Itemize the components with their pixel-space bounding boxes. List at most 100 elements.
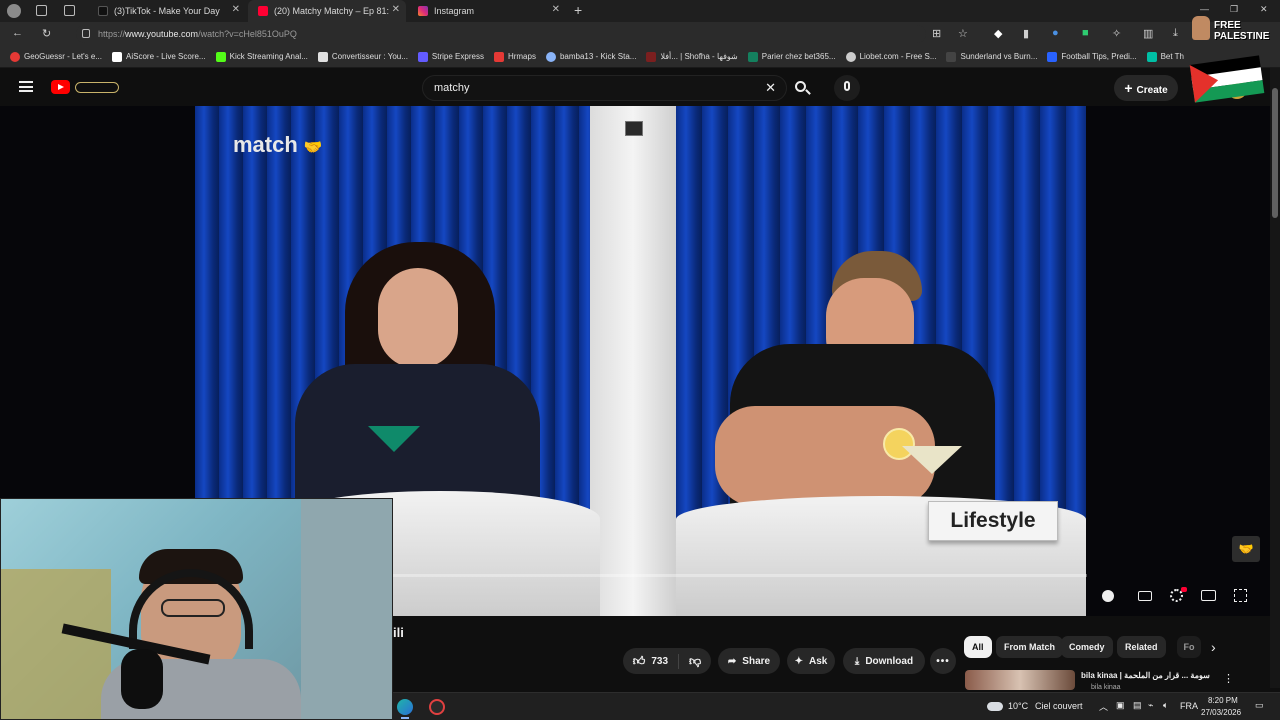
video-progress-bar[interactable] — [393, 574, 1087, 577]
extension-icon[interactable]: ▮ — [1023, 27, 1029, 40]
extension-diamond-icon[interactable]: ◆ — [994, 27, 1002, 40]
menu-icon[interactable] — [19, 81, 33, 92]
tray-app-icon[interactable]: ▣ — [1116, 700, 1125, 711]
bookmark-item[interactable]: Hrmaps — [493, 51, 536, 62]
show-logo-text: match — [233, 132, 298, 157]
url-path: /watch?v=cHel851OuPQ — [198, 29, 297, 39]
fullscreen-icon[interactable] — [1234, 589, 1247, 602]
voice-search-button[interactable] — [834, 75, 860, 101]
chip-more[interactable]: Fo — [1177, 636, 1201, 658]
weather-text[interactable]: Ciel couvert — [1035, 701, 1083, 711]
microphone-icon — [844, 81, 850, 91]
palestine-flag-icon — [1189, 55, 1265, 103]
thumbs-down-icon: 👎︎ — [689, 653, 702, 668]
bookmark-item[interactable]: Football Tips, Predi... — [1047, 51, 1137, 62]
search-value: matchy — [434, 82, 470, 94]
back-icon[interactable]: ← — [12, 27, 23, 39]
channel-watermark-icon[interactable]: 🤝 — [1232, 536, 1260, 562]
split-screen-icon[interactable]: ▥ — [1143, 27, 1153, 40]
bookmark-item[interactable]: GeoGuessr - Let's e... — [10, 51, 102, 62]
profile-avatar[interactable] — [7, 4, 21, 18]
bookmark-item[interactable]: Liobet.com - Free S... — [845, 51, 936, 62]
more-actions-button[interactable]: ••• — [930, 648, 956, 674]
show-logo: match 🤝 — [233, 132, 323, 158]
clear-search-icon[interactable]: ✕ — [765, 76, 776, 100]
volume-icon[interactable]: 🔈︎ — [1163, 700, 1168, 711]
page-scrollbar[interactable] — [1270, 68, 1280, 688]
tab-title: Instagram — [434, 6, 475, 16]
sticker-text: FREE PALESTINE — [1214, 20, 1270, 42]
bookmark-item[interactable]: Stripe Express — [417, 51, 484, 62]
search-input[interactable]: matchy ✕ — [422, 75, 787, 101]
chip-comedy[interactable]: Comedy — [1061, 636, 1113, 658]
bookmark-item[interactable]: Convertisseur : You... — [317, 51, 408, 62]
favorite-star-icon[interactable]: ☆ — [958, 27, 968, 40]
extensions-puzzle-icon[interactable]: ✧ — [1112, 27, 1121, 40]
extension-green-icon[interactable]: ■ — [1082, 27, 1089, 39]
tab-actions-icon[interactable] — [64, 5, 75, 16]
language-indicator[interactable]: FRA — [1180, 701, 1198, 711]
edge-taskbar-icon[interactable] — [397, 699, 413, 715]
tray-chevron-icon[interactable]: ︿ — [1099, 700, 1108, 713]
tiktok-icon — [98, 6, 108, 16]
tab-instagram[interactable]: Instagram ✕ — [408, 0, 566, 22]
more-vert-icon: ••• — [936, 655, 950, 667]
bookmark-item[interactable]: Sunderland vs Burn... — [946, 51, 1037, 62]
like-count: 733 — [651, 655, 669, 667]
install-app-icon[interactable]: ⊞ — [932, 27, 941, 40]
pause-icon[interactable] — [1102, 590, 1114, 602]
reload-icon[interactable]: ↻ — [42, 27, 51, 40]
search-button[interactable] — [786, 75, 818, 101]
bookmark-icon — [417, 51, 428, 62]
bookmark-item[interactable]: Bet Th — [1146, 51, 1184, 62]
dislike-button[interactable]: 👎︎ — [679, 654, 701, 669]
subtitles-icon[interactable] — [1138, 591, 1152, 601]
workspaces-icon[interactable] — [36, 5, 47, 16]
webcam-background-shelf — [1, 569, 111, 719]
chip-all[interactable]: All — [964, 636, 992, 658]
download-button[interactable]: ⤓ Download — [843, 648, 925, 674]
scrollbar-thumb[interactable] — [1272, 88, 1278, 218]
tab-title: (20) Matchy Matchy – Ep 81: S — [274, 6, 392, 16]
miniplayer-icon[interactable] — [625, 121, 643, 136]
close-tab-icon[interactable]: ✕ — [552, 4, 560, 15]
chevron-right-icon[interactable]: › — [1211, 639, 1216, 655]
like-button[interactable]: 👍︎ 733 — [633, 653, 680, 669]
chip-from-match[interactable]: From Match — [996, 636, 1064, 658]
url-prefix: https:// — [98, 29, 126, 39]
close-tab-icon[interactable]: ✕ — [392, 4, 400, 15]
webcam-background-door — [301, 499, 392, 719]
url-host: www.youtube.com — [125, 29, 199, 39]
create-button[interactable]: + Create — [1114, 75, 1178, 101]
bookmark-item[interactable]: Parier chez bet365... — [747, 51, 836, 62]
downloads-icon[interactable]: ⤓ — [1173, 27, 1178, 40]
ask-button[interactable]: ✦ Ask — [787, 648, 835, 674]
notifications-icon[interactable]: ▭ — [1255, 700, 1264, 711]
clock-date[interactable]: 27/03/2026 — [1201, 708, 1241, 717]
usb-icon[interactable]: ⌁ — [1148, 700, 1153, 711]
url-field[interactable]: https://www.youtube.com/watch?v=cHel851O… — [76, 25, 926, 43]
clock-time[interactable]: 8:20 PM — [1208, 696, 1238, 705]
bookmark-item[interactable]: bamba13 - Kick Sta... — [545, 51, 636, 62]
site-info-icon[interactable] — [82, 29, 90, 38]
bookmark-item[interactable]: Kick Streaming Anal... — [215, 51, 308, 62]
new-tab-button[interactable]: + — [574, 2, 582, 18]
bookmark-item[interactable]: AiScore - Live Score... — [112, 51, 206, 62]
address-bar-row: ← ↻ https://www.youtube.com/watch?v=cHel… — [0, 22, 1280, 46]
share-button[interactable]: ➦ Share — [718, 648, 780, 674]
bookmark-item[interactable]: أفلا... | Shofha - شوفها — [646, 51, 738, 62]
handshake-icon: 🤝 — [303, 139, 323, 156]
recommendation-thumbnail[interactable] — [965, 670, 1075, 690]
chip-related[interactable]: Related — [1117, 636, 1166, 658]
tray-app-icon[interactable]: ▤ — [1133, 700, 1142, 711]
recommendation-menu-icon[interactable]: ⋮ — [1223, 672, 1234, 685]
recommendation-title[interactable]: bila kinaa | سومة ... قرار من الملحمة — [1081, 671, 1221, 680]
temperature[interactable]: 10°C — [1008, 701, 1028, 711]
theater-mode-icon[interactable] — [1201, 590, 1216, 601]
tab-youtube[interactable]: (20) Matchy Matchy – Ep 81: S ✕ — [248, 0, 406, 22]
obs-taskbar-icon[interactable] — [429, 699, 445, 715]
tab-tiktok[interactable]: (3)TikTok - Make Your Day ✕ — [88, 0, 246, 22]
close-tab-icon[interactable]: ✕ — [232, 4, 240, 15]
extension-shield-icon[interactable]: ● — [1052, 27, 1059, 39]
youtube-logo[interactable] — [51, 80, 121, 96]
